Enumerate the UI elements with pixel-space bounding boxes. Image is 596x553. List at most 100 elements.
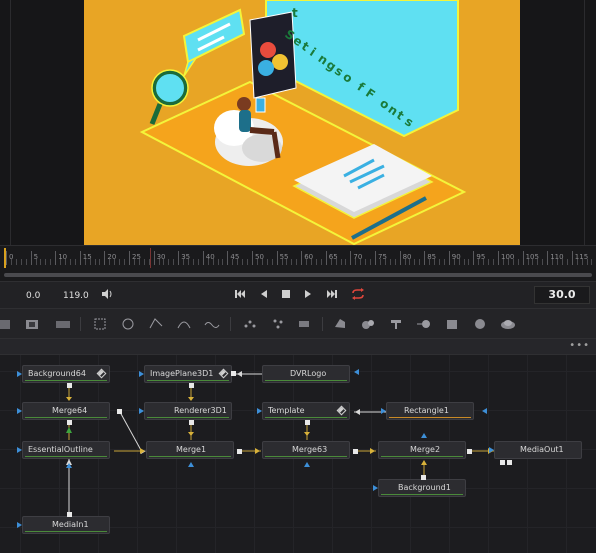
input-port[interactable] [373,485,378,491]
toolbar-separator [80,317,81,331]
ruler-minor-tick [94,259,96,265]
playhead[interactable] [4,248,6,268]
output-port[interactable] [231,371,236,376]
node-essentialoutline[interactable]: EssentialOutline [22,441,110,459]
input-port[interactable] [257,408,262,414]
skip-end-icon[interactable] [324,287,340,303]
ruler-major-tick [252,251,253,265]
node-imageplane3d1[interactable]: ImagePlane3D1 [144,365,232,383]
current-time-field[interactable]: 30.0 [534,286,590,304]
polygon-tool[interactable] [148,316,164,332]
node-mediaout1[interactable]: MediaOut1 [494,441,582,459]
ruler-minor-tick [89,259,91,265]
timeline-ruler[interactable]: 0 5 10 15 20 25 30 35 40 45 50 55 60 65 70 75 80 85 90 95 10… [0,245,596,269]
output-port[interactable] [67,512,72,517]
output-port[interactable] [237,449,242,454]
output-port[interactable] [117,409,122,414]
play-icon[interactable] [300,287,316,303]
ruler-major-tick [30,251,32,265]
node-background64[interactable]: Background64 [22,365,110,383]
input-port[interactable] [17,408,22,414]
input-port[interactable] [354,369,359,375]
input-port[interactable] [482,408,487,414]
input-port[interactable] [489,447,494,453]
text3d-tool[interactable] [388,316,404,332]
output-port[interactable] [467,449,472,454]
node-merge64[interactable]: Merge64 [22,402,110,420]
particle-render-tool[interactable] [270,316,286,332]
ruler-major-tick [178,251,180,265]
ruler-minor-tick [552,259,554,265]
ruler-minor-tick [271,259,273,265]
node-template[interactable]: Template [262,402,350,420]
node-merge63[interactable]: Merge63 [262,441,350,459]
mask-port[interactable] [66,463,72,468]
node-renderer3d1[interactable]: Renderer3D1 [144,402,232,420]
ruler-minor-tick [453,259,455,265]
background-tool[interactable] [0,316,12,332]
node-label: Renderer3D1 [174,406,227,415]
output-port[interactable] [421,475,426,480]
output-port[interactable] [507,460,512,465]
input-port[interactable] [17,447,22,453]
step-back-icon[interactable] [256,287,272,303]
output-port[interactable] [305,420,310,425]
text-tool[interactable] [55,316,71,332]
node-merge2[interactable]: Merge2 [378,441,466,459]
ruler-minor-tick [173,259,175,265]
global-end-field[interactable]: 119.0 [63,288,89,304]
output-port[interactable] [67,420,72,425]
node-merge1[interactable]: Merge1 [146,441,234,459]
ruler-major-tick [153,251,155,265]
spotlight-tool[interactable] [472,316,488,332]
ruler-major-tick [202,251,204,265]
ruler-minor-tick [527,259,529,265]
ruler-major-tick [104,251,106,265]
input-port[interactable] [17,522,22,528]
merge3d-tool[interactable] [360,316,376,332]
ruler-minor-tick [65,259,67,265]
scrollbar-thumb[interactable] [4,273,592,277]
node-editor[interactable]: Background64 ImagePlane3D1 DVRLogo Merge… [0,355,596,553]
viewer-image[interactable]: tSetingsofFonts [84,0,520,245]
input-port[interactable] [381,408,386,414]
more-options-button[interactable]: ••• [569,340,590,351]
shape3d-tool[interactable] [332,316,348,332]
loop-icon[interactable] [350,287,366,303]
node-dvrlogo[interactable]: DVRLogo [262,365,350,383]
speaker-icon[interactable] [99,287,115,303]
output-port[interactable] [67,383,72,388]
stop-icon[interactable] [278,287,294,303]
media-in-tool[interactable] [24,316,40,332]
ruler-minor-tick [99,259,101,265]
input-port[interactable] [139,371,144,377]
node-background1[interactable]: Background1 [378,479,466,497]
mask-port[interactable] [304,462,310,467]
bspline-tool[interactable] [176,316,192,332]
node-status-bar [381,456,463,457]
output-port[interactable] [189,383,194,388]
node-rectangle1[interactable]: Rectangle1 [386,402,474,420]
ruler-minor-tick [247,259,249,265]
ruler-minor-tick [158,259,160,265]
global-start-field[interactable]: 0.0 [26,288,40,304]
camera3d-tool[interactable] [444,316,460,332]
imageplane-tool[interactable] [500,316,516,332]
rectangle-mask-tool[interactable] [92,316,108,332]
output-port[interactable] [500,460,505,465]
mask-port[interactable] [421,433,427,438]
paint-tool[interactable] [204,316,220,332]
particle-fx-tool[interactable] [296,316,312,332]
input-port[interactable] [17,371,22,377]
skip-start-icon[interactable] [232,287,248,303]
mask-port[interactable] [188,462,194,467]
ellipse-mask-tool[interactable] [120,316,136,332]
renderer3d-tool[interactable] [416,316,432,332]
ruler-major-tick [227,251,229,265]
particle-emitter-tool[interactable] [242,316,258,332]
output-port[interactable] [353,449,358,454]
input-port[interactable] [139,408,144,414]
node-mediain1[interactable]: MediaIn1 [22,516,110,534]
timeline-scrollbar[interactable] [0,269,596,281]
output-port[interactable] [189,420,194,425]
